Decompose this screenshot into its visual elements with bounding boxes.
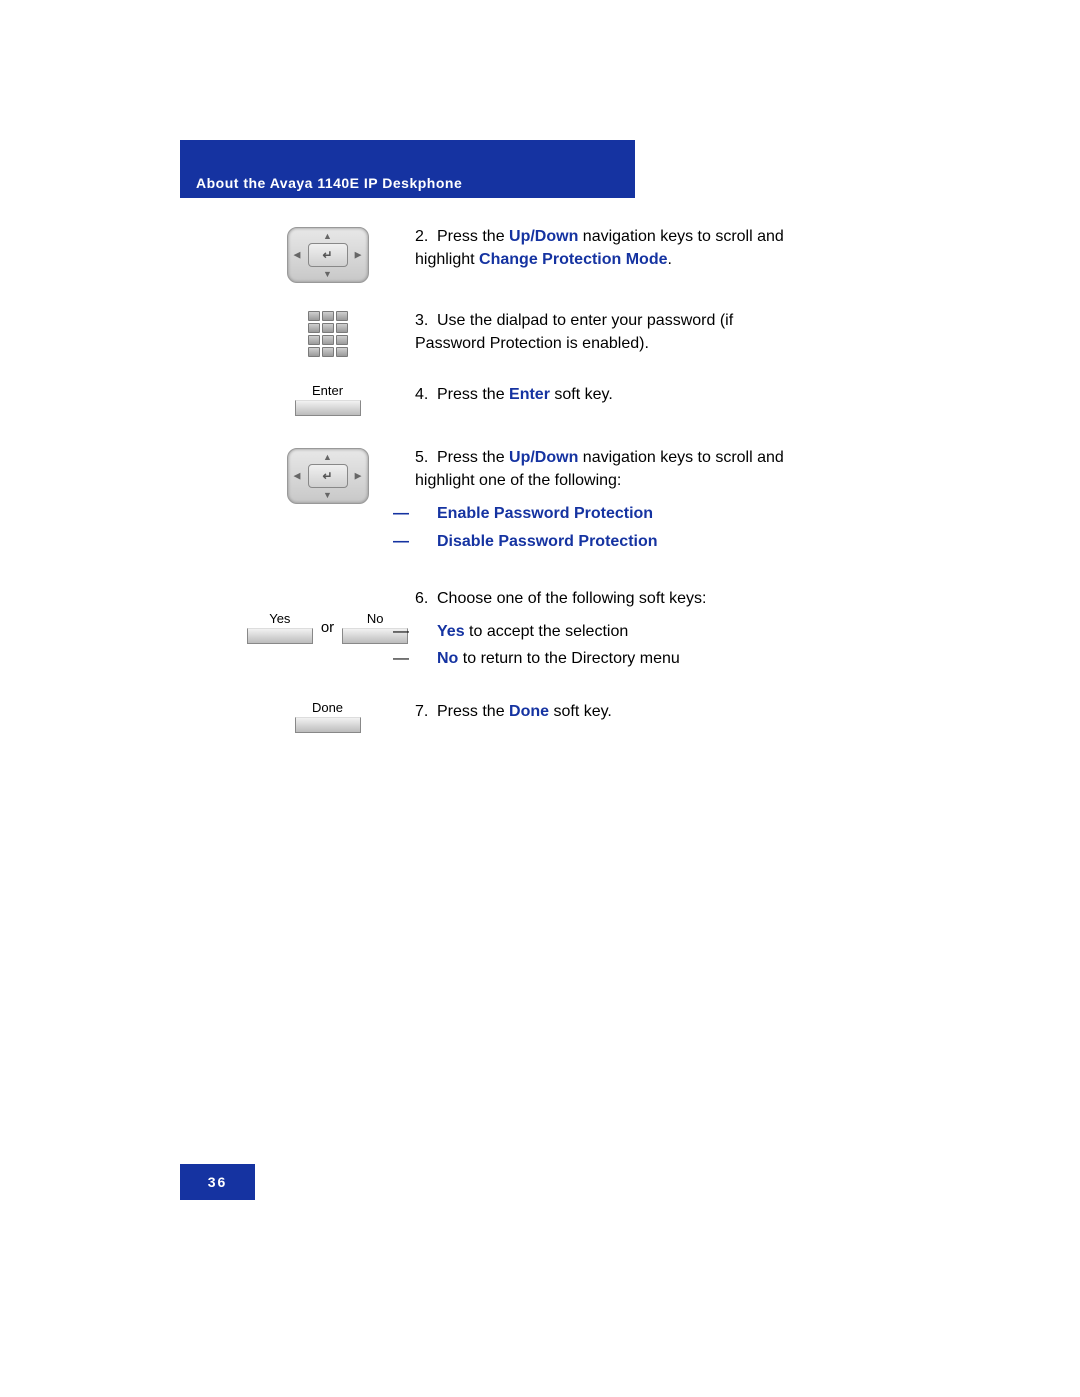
step-4-icon-col: Enter — [240, 383, 415, 416]
step-6-text: 6.Choose one of the following soft keys:… — [415, 587, 800, 675]
content-area: ▲ ▼ ◀ ▶ ↵ 2.Press the Up/Down navigation… — [240, 225, 800, 759]
step-6-icon-col: Yes or No — [240, 587, 415, 644]
step-5-row: ▲ ▼ ◀ ▶ ↵ 5.Press the Up/Down navigation… — [240, 446, 800, 557]
header-title: About the Avaya 1140E IP Deskphone — [196, 175, 462, 191]
header-bar: About the Avaya 1140E IP Deskphone — [180, 140, 635, 198]
softkey-button-icon — [247, 628, 313, 644]
step-5-options: —Enable Password Protection —Disable Pas… — [415, 502, 800, 552]
footer-page-number-bar: 36 — [180, 1164, 255, 1200]
step-7-text: 7.Press the Done soft key. — [415, 700, 800, 723]
step-3-icon-col — [240, 309, 415, 357]
softkey-enter: Enter — [295, 383, 361, 416]
step-4-text: 4.Press the Enter soft key. — [415, 383, 800, 406]
document-page: About the Avaya 1140E IP Deskphone ▲ ▼ ◀… — [0, 0, 1080, 1397]
step-5-text: 5.Press the Up/Down navigation keys to s… — [415, 446, 800, 557]
step-6-options: —Yes to accept the selection —No to retu… — [415, 620, 800, 670]
softkey-button-icon — [295, 717, 361, 733]
navpad-icon: ▲ ▼ ◀ ▶ ↵ — [287, 227, 369, 283]
step-6-row: Yes or No 6.Choose one of the following … — [240, 587, 800, 675]
step-2-icon-col: ▲ ▼ ◀ ▶ ↵ — [240, 225, 415, 283]
or-label: or — [321, 619, 334, 636]
step-7-icon-col: Done — [240, 700, 415, 733]
softkey-button-icon — [295, 400, 361, 416]
step-2-text: 2.Press the Up/Down navigation keys to s… — [415, 225, 800, 271]
softkey-yes: Yes — [247, 611, 313, 644]
navpad-icon: ▲ ▼ ◀ ▶ ↵ — [287, 448, 369, 504]
softkey-done: Done — [295, 700, 361, 733]
step-3-row: 3.Use the dialpad to enter your password… — [240, 309, 800, 357]
step-7-row: Done 7.Press the Done soft key. — [240, 700, 800, 733]
step-4-row: Enter 4.Press the Enter soft key. — [240, 383, 800, 416]
step-2-row: ▲ ▼ ◀ ▶ ↵ 2.Press the Up/Down navigation… — [240, 225, 800, 283]
step-3-text: 3.Use the dialpad to enter your password… — [415, 309, 800, 355]
dialpad-icon — [308, 311, 348, 357]
page-number: 36 — [208, 1174, 228, 1190]
step-5-icon-col: ▲ ▼ ◀ ▶ ↵ — [240, 446, 415, 504]
softkey-pair: Yes or No — [247, 611, 408, 644]
